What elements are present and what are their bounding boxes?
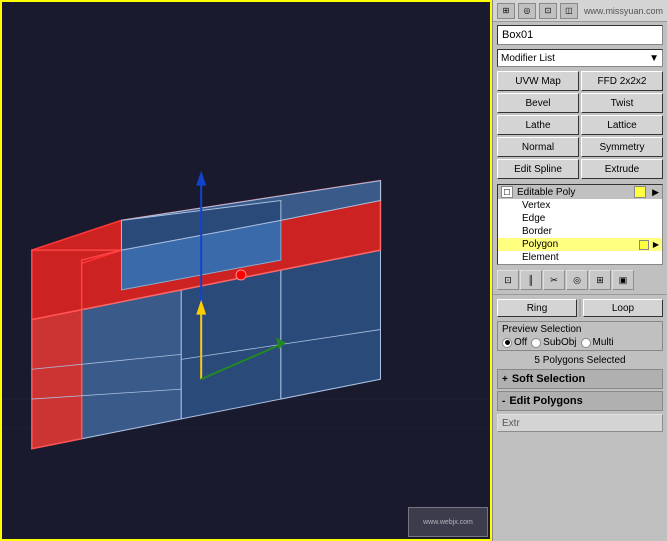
tool-icon-4[interactable]: ◎ <box>566 270 588 290</box>
radio-multi[interactable]: Multi <box>581 337 614 348</box>
twist-btn[interactable]: Twist <box>581 93 663 113</box>
stack-item-element[interactable]: Element <box>498 251 662 264</box>
stack-item-border[interactable]: Border <box>498 225 662 238</box>
radio-subobj-label: SubObj <box>543 337 576 348</box>
border-label: Border <box>522 226 552 237</box>
edge-label: Edge <box>522 213 545 224</box>
icon-btn-1[interactable]: ⊞ <box>497 3 515 19</box>
tool-icon-5[interactable]: ⊞ <box>589 270 611 290</box>
stack-expand-icon: ▶ <box>652 187 659 198</box>
modifier-buttons-grid: UVW Map FFD 2x2x2 Bevel Twist Lathe Latt… <box>497 71 663 179</box>
object-name-text: Box01 <box>502 29 533 41</box>
ring-btn[interactable]: Ring <box>497 299 577 317</box>
stack-item-polygon[interactable]: Polygon ▶ <box>498 238 662 251</box>
preview-selection-box: Preview Selection Off SubObj Multi <box>497 321 663 351</box>
vertex-label: Vertex <box>522 200 550 211</box>
ffd-btn[interactable]: FFD 2x2x2 <box>581 71 663 91</box>
divider-1 <box>493 294 667 295</box>
radio-off-label: Off <box>514 337 527 348</box>
radio-off[interactable]: Off <box>502 337 527 348</box>
tool-icon-2[interactable]: ║ <box>520 270 542 290</box>
soft-selection-collapse-icon: + <box>502 374 508 385</box>
soft-selection-label: Soft Selection <box>512 373 585 385</box>
tools-icons-row: ⊡ ║ ✂ ◎ ⊞ ▣ <box>497 270 663 290</box>
tool-icon-3[interactable]: ✂ <box>543 270 565 290</box>
ring-loop-row: Ring Loop <box>497 299 663 317</box>
site-watermark: www.webjx.com <box>408 507 488 537</box>
modifier-list-label: Modifier List <box>501 53 555 64</box>
polygon-arrow-icon: ▶ <box>653 240 659 249</box>
3d-scene <box>2 2 490 539</box>
element-label: Element <box>522 252 559 263</box>
polygon-color-box <box>639 240 649 250</box>
edit-polygons-collapse-icon: - <box>502 396 505 407</box>
stack-color-box <box>634 186 646 198</box>
right-panel: ⊞ ◎ ⊡ ◫ www.missyuan.com Box01 Modifier … <box>492 0 667 541</box>
modifier-list-row: Modifier List ▼ <box>497 49 663 67</box>
edit-spline-btn[interactable]: Edit Spline <box>497 159 579 179</box>
soft-selection-header[interactable]: + Soft Selection <box>497 369 663 389</box>
edit-polygons-header[interactable]: - Edit Polygons <box>497 391 663 411</box>
lathe-btn[interactable]: Lathe <box>497 115 579 135</box>
viewport[interactable]: 思缘设计论坛 www.missyuan.com 第3步：拉伸如图所示的面 <box>0 0 492 541</box>
symmetry-btn[interactable]: Symmetry <box>581 137 663 157</box>
dropdown-arrow-icon: ▼ <box>649 53 659 64</box>
uvw-map-btn[interactable]: UVW Map <box>497 71 579 91</box>
extrude-btn[interactable]: Extrude <box>581 159 663 179</box>
edit-polygons-label: Edit Polygons <box>509 395 582 407</box>
modifier-list-dropdown[interactable]: Modifier List ▼ <box>497 49 663 67</box>
radio-multi-circle <box>581 338 591 348</box>
website-label: www.missyuan.com <box>584 6 663 16</box>
bevel-btn[interactable]: Bevel <box>497 93 579 113</box>
top-icons-bar: ⊞ ◎ ⊡ ◫ www.missyuan.com <box>493 0 667 22</box>
polygon-label: Polygon <box>522 239 558 250</box>
main-container: 思缘设计论坛 www.missyuan.com 第3步：拉伸如图所示的面 <box>0 0 667 541</box>
preview-radio-row: Off SubObj Multi <box>502 337 658 348</box>
normal-btn[interactable]: Normal <box>497 137 579 157</box>
tool-icon-6[interactable]: ▣ <box>612 270 634 290</box>
radio-subobj-circle <box>531 338 541 348</box>
icon-btn-4[interactable]: ◫ <box>560 3 578 19</box>
radio-subobj[interactable]: SubObj <box>531 337 576 348</box>
icon-btn-2[interactable]: ◎ <box>518 3 536 19</box>
editable-poly-item[interactable]: ☐ Editable Poly ▶ <box>498 185 662 199</box>
radio-multi-label: Multi <box>593 337 614 348</box>
selection-status: 5 Polygons Selected <box>493 353 667 368</box>
icon-btn-3[interactable]: ⊡ <box>539 3 557 19</box>
bottom-panel-content: Extr <box>493 412 667 541</box>
tool-icon-1[interactable]: ⊡ <box>497 270 519 290</box>
object-name-field[interactable]: Box01 <box>497 25 663 45</box>
loop-btn[interactable]: Loop <box>583 299 663 317</box>
lattice-btn[interactable]: Lattice <box>581 115 663 135</box>
extr-label: Extr <box>497 414 663 432</box>
stack-checkbox[interactable]: ☐ <box>501 186 513 198</box>
stack-item-edge[interactable]: Edge <box>498 212 662 225</box>
radio-off-circle <box>502 338 512 348</box>
stack-item-vertex[interactable]: Vertex <box>498 199 662 212</box>
preview-selection-title: Preview Selection <box>502 324 658 335</box>
stack-title: Editable Poly <box>517 187 575 198</box>
modifier-stack: ☐ Editable Poly ▶ Vertex Edge Border Pol… <box>497 184 663 265</box>
